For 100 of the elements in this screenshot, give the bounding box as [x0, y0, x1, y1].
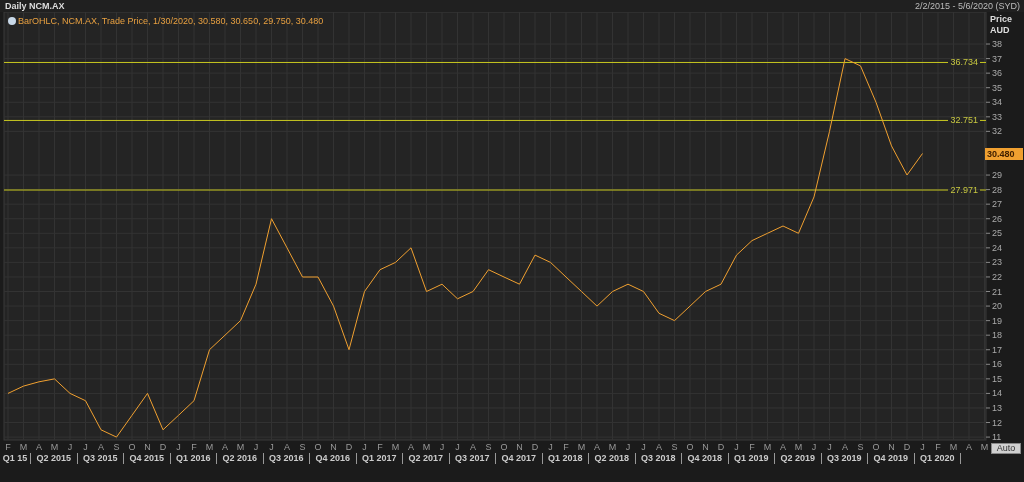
month-label: A	[470, 442, 476, 452]
axis-label: 21	[992, 286, 1002, 297]
axis-label: 12	[992, 417, 1002, 428]
axis-label: 23	[992, 257, 1002, 268]
month-label: F	[935, 442, 941, 452]
month-label: S	[485, 442, 492, 452]
month-label: M	[763, 442, 772, 452]
month-label: D	[531, 442, 539, 452]
axis-title: Price	[990, 14, 1013, 24]
quarter-label: Q1 2017	[356, 453, 403, 464]
month-label: A	[780, 442, 786, 452]
axis-label: 28	[992, 184, 1002, 195]
month-label: J	[734, 442, 739, 452]
axis-label: 26	[992, 213, 1002, 224]
quarter-label: Q2 2019	[775, 453, 822, 464]
month-label: A	[408, 442, 414, 452]
month-label: J	[827, 442, 832, 452]
month-label: M	[391, 442, 400, 452]
axis-label: 36	[992, 68, 1002, 79]
month-label: F	[5, 442, 11, 452]
quarter-label: Q4 2016	[310, 453, 357, 464]
axis-label: 29	[992, 170, 1002, 181]
month-label: J	[253, 442, 259, 452]
last-price-label: 30.480	[985, 147, 1023, 160]
month-label: A	[98, 442, 104, 452]
month-label: J	[439, 442, 445, 452]
quarter-label: Q3 2018	[635, 453, 682, 464]
month-label: D	[159, 442, 167, 452]
month-label: O	[500, 442, 508, 452]
month-label: J	[548, 442, 553, 452]
month-label: A	[222, 442, 228, 452]
month-label: A	[656, 442, 662, 452]
axis-label: 11	[992, 432, 1002, 443]
axis-label: 35	[992, 82, 1002, 93]
axis-label: 22	[992, 271, 1002, 282]
quarter-label: Q1 2020	[914, 453, 961, 464]
month-label: O	[128, 442, 136, 452]
axis-label: 18	[992, 330, 1002, 341]
date-range: 2/2/2015 - 5/6/2020 (SYD)	[914, 1, 1020, 11]
axis-label: 33	[992, 111, 1002, 122]
axis-label: 19	[992, 315, 1002, 326]
axis-label: 13	[992, 402, 1002, 413]
month-label: F	[749, 442, 755, 452]
axis-label: 34	[992, 97, 1002, 108]
month-label: J	[176, 442, 181, 452]
price-level-label: 27.971	[950, 185, 978, 196]
month-label: M	[236, 442, 245, 452]
month-label: A	[36, 442, 42, 452]
month-label: J	[67, 442, 73, 452]
quarter-label: Q1 2016	[170, 453, 217, 464]
month-label: M	[980, 442, 989, 452]
quarter-label: Q2 2017	[403, 453, 450, 464]
month-label: S	[113, 442, 120, 452]
legend-text: BarOHLC, NCM.AX, Trade Price, 1/30/2020, 30.580, 30.650, 29.750, 30.480	[18, 16, 324, 26]
month-label: A	[594, 442, 600, 452]
axis-label: 14	[992, 388, 1002, 399]
quarter-label: Q2 2018	[589, 453, 636, 464]
chart-title: Daily NCM.AX	[5, 1, 65, 11]
month-label: O	[686, 442, 694, 452]
month-label: M	[949, 442, 958, 452]
month-label: M	[577, 442, 586, 452]
month-label: F	[377, 442, 383, 452]
price-level-label: 32.751	[950, 115, 978, 126]
month-label: O	[872, 442, 880, 452]
month-label: J	[83, 442, 88, 452]
quarter-label: Q4 2018	[682, 453, 729, 464]
month-label: M	[205, 442, 214, 452]
quarter-label: Q4 2017	[496, 453, 543, 464]
month-label: N	[330, 442, 337, 452]
month-label: A	[842, 442, 848, 452]
month-label: J	[362, 442, 367, 452]
axis-unit: AUD	[990, 25, 1010, 35]
quarter-label: Q3 2019	[821, 453, 868, 464]
month-label: D	[717, 442, 725, 452]
month-label: M	[422, 442, 431, 452]
axis-label: 38	[992, 39, 1002, 50]
quarter-label: Q3 2016	[263, 453, 310, 464]
quarter-label: Q4 2019	[868, 453, 915, 464]
month-label: J	[625, 442, 631, 452]
month-label: M	[19, 442, 28, 452]
month-label: S	[857, 442, 864, 452]
month-label: J	[455, 442, 460, 452]
month-label: M	[608, 442, 617, 452]
axis-label: 37	[992, 53, 1002, 64]
quarter-label: Q3 2017	[449, 453, 496, 464]
quarter-label: Q1 2018	[542, 453, 589, 464]
quarter-label: Q2 2016	[217, 453, 264, 464]
axis-label: 27	[992, 199, 1002, 210]
axis-label: 15	[992, 373, 1002, 384]
axis-label: 16	[992, 359, 1002, 370]
month-label: N	[144, 442, 151, 452]
month-label: M	[794, 442, 803, 452]
month-label: A	[966, 442, 972, 452]
month-label: S	[671, 442, 678, 452]
month-label: D	[345, 442, 353, 452]
quarter-label: Q1 2019	[728, 453, 775, 464]
month-label: J	[811, 442, 817, 452]
month-label: O	[314, 442, 322, 452]
quarter-label: Q1 15	[0, 453, 31, 464]
month-label: F	[563, 442, 569, 452]
